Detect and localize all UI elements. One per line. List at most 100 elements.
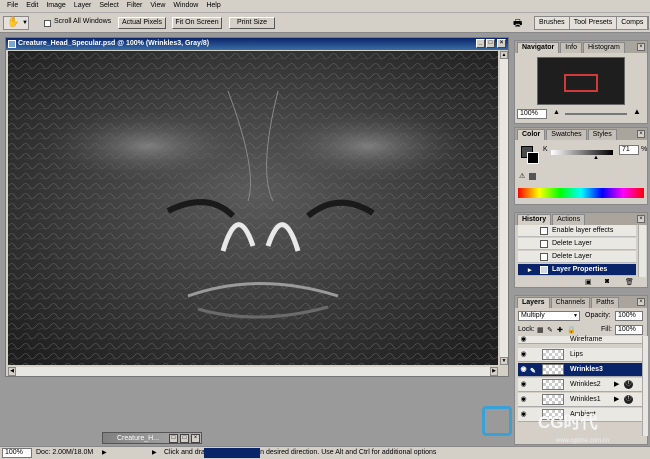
history-item[interactable]: Delete Layer: [518, 251, 636, 263]
menu-file[interactable]: File: [3, 0, 22, 12]
lock-image-icon[interactable]: ✎: [547, 326, 553, 334]
slider-handle-icon[interactable]: ▲: [593, 155, 599, 161]
history-scrollbar[interactable]: [638, 225, 646, 277]
layer-row[interactable]: ◉ Wrinkles2 ▶ ⓕ: [518, 378, 642, 392]
tab-info[interactable]: Info: [560, 42, 582, 53]
menu-edit[interactable]: Edit: [22, 0, 42, 12]
zoom-slider[interactable]: [565, 113, 627, 115]
printer-icon[interactable]: 🖶: [513, 16, 522, 33]
tab-actions[interactable]: Actions: [552, 214, 586, 225]
zoom-in-icon[interactable]: ▲: [633, 107, 641, 116]
k-slider-ramp[interactable]: [551, 150, 613, 155]
menu-view[interactable]: View: [146, 0, 169, 12]
navigator-preview[interactable]: [537, 57, 625, 105]
scroll-all-checkbox[interactable]: [44, 20, 51, 27]
tab-navigator[interactable]: Navigator: [517, 42, 560, 53]
layer-row-selected[interactable]: ◉ ✎ Wrinkles3: [518, 363, 642, 377]
panel-close-icon[interactable]: ×: [637, 298, 645, 306]
color-ramp[interactable]: [518, 188, 644, 198]
minimized-document-window[interactable]: Creature_H... □ □ ×: [102, 432, 202, 444]
tab-styles[interactable]: Styles: [587, 129, 617, 140]
maximize-button[interactable]: □: [486, 39, 495, 48]
document-titlebar[interactable]: Creature_Head_Specular.psd @ 100% (Wrink…: [6, 38, 508, 50]
trash-icon[interactable]: 🗑: [625, 278, 634, 286]
restore-button[interactable]: □: [169, 434, 178, 443]
scroll-all-label: Scroll All Windows: [54, 18, 112, 25]
tab-histogram[interactable]: Histogram: [582, 42, 625, 53]
well-brushes[interactable]: Brushes: [535, 17, 570, 29]
fill-label: Fill:: [601, 326, 612, 333]
panel-close-icon[interactable]: ×: [637, 43, 645, 51]
fill-field[interactable]: 100%: [615, 325, 643, 335]
warning-icon[interactable]: ⚠: [519, 172, 525, 180]
web-safe-swatch[interactable]: [529, 173, 536, 180]
history-item[interactable]: Enable layer effects: [518, 225, 636, 237]
panel-close-icon[interactable]: ×: [637, 130, 645, 138]
view-box[interactable]: [564, 74, 598, 92]
tab-color[interactable]: Color: [517, 129, 546, 140]
tab-channels[interactable]: Channels: [550, 297, 591, 308]
fit-on-screen-button[interactable]: Fit On Screen: [172, 17, 222, 29]
minimize-button[interactable]: _: [476, 39, 485, 48]
eye-icon[interactable]: ◉: [519, 336, 528, 343]
tab-layers[interactable]: Layers: [517, 297, 550, 308]
opacity-field[interactable]: 100%: [615, 311, 643, 321]
eye-icon[interactable]: ◉: [519, 365, 528, 374]
brush-icon: ✎: [530, 368, 536, 375]
vertical-scrollbar[interactable]: ▲ ▼: [500, 51, 508, 365]
scroll-down-arrow-icon[interactable]: ▼: [500, 357, 508, 365]
layers-scrollbar[interactable]: [642, 336, 648, 436]
navigator-panel: Navigator Info Histogram × 100% ▲ ▲: [514, 40, 648, 124]
actual-pixels-button[interactable]: Actual Pixels: [118, 17, 166, 29]
cgtime-logo-icon: [482, 406, 512, 436]
close-button[interactable]: ×: [497, 39, 506, 48]
zoom-out-icon[interactable]: ▲: [553, 109, 560, 116]
lock-position-icon[interactable]: ✚: [557, 326, 563, 334]
layer-row[interactable]: ◉ Wireframe: [518, 336, 642, 344]
well-tool-presets[interactable]: Tool Presets: [569, 17, 618, 29]
history-state-icon: [540, 227, 548, 235]
eye-icon[interactable]: ◉: [519, 350, 528, 359]
new-document-icon[interactable]: ▣: [585, 278, 592, 286]
history-item[interactable]: Delete Layer: [518, 238, 636, 250]
snapshot-icon[interactable]: ◙: [605, 278, 609, 285]
layer-thumbnail: [542, 379, 564, 390]
maximize-button[interactable]: □: [180, 434, 189, 443]
close-button[interactable]: ×: [191, 434, 200, 443]
horizontal-scrollbar[interactable]: ◀ ▶: [8, 367, 498, 376]
menu-filter[interactable]: Filter: [123, 0, 147, 12]
panel-close-icon[interactable]: ×: [637, 215, 645, 223]
expand-arrow-icon[interactable]: ▶: [614, 378, 619, 392]
tab-swatches[interactable]: Swatches: [546, 129, 587, 140]
history-item-selected[interactable]: ▸ Layer Properties: [518, 264, 636, 276]
scroll-right-arrow-icon[interactable]: ▶: [490, 367, 498, 376]
navigator-tabs: Navigator Info Histogram: [515, 41, 647, 53]
layer-row[interactable]: ◉ Lips: [518, 348, 642, 362]
tab-paths[interactable]: Paths: [591, 297, 620, 308]
lock-all-icon[interactable]: 🔒: [567, 326, 576, 334]
blend-mode-select[interactable]: Multiply ▼: [518, 311, 580, 321]
menu-select[interactable]: Select: [95, 0, 122, 12]
menu-window[interactable]: Window: [169, 0, 202, 12]
eye-icon[interactable]: ◉: [519, 380, 528, 389]
menu-image[interactable]: Image: [42, 0, 69, 12]
scroll-up-arrow-icon[interactable]: ▲: [500, 51, 508, 59]
percent-unit: %: [641, 146, 648, 153]
image-canvas[interactable]: [8, 51, 498, 365]
scroll-left-arrow-icon[interactable]: ◀: [8, 367, 16, 376]
lock-transparent-icon[interactable]: ▦: [537, 326, 544, 334]
tab-history[interactable]: History: [517, 214, 552, 225]
ps-document-icon: [8, 40, 16, 48]
status-zoom-field[interactable]: 100%: [2, 448, 32, 458]
layer-thumbnail: [542, 364, 564, 375]
k-value-field[interactable]: 71: [619, 145, 639, 155]
layer-effects-icon[interactable]: ⓕ: [624, 380, 633, 389]
navigator-zoom-field[interactable]: 100%: [517, 109, 547, 119]
menu-layer[interactable]: Layer: [70, 0, 96, 12]
well-comps[interactable]: Comps: [617, 17, 649, 29]
background-color-swatch[interactable]: [527, 152, 539, 164]
status-menu-arrow-icon[interactable]: ▶: [102, 447, 107, 459]
print-size-button[interactable]: Print Size: [229, 17, 275, 29]
tool-preset-picker[interactable]: ✋ ▼: [3, 16, 29, 30]
menu-help[interactable]: Help: [202, 0, 224, 12]
